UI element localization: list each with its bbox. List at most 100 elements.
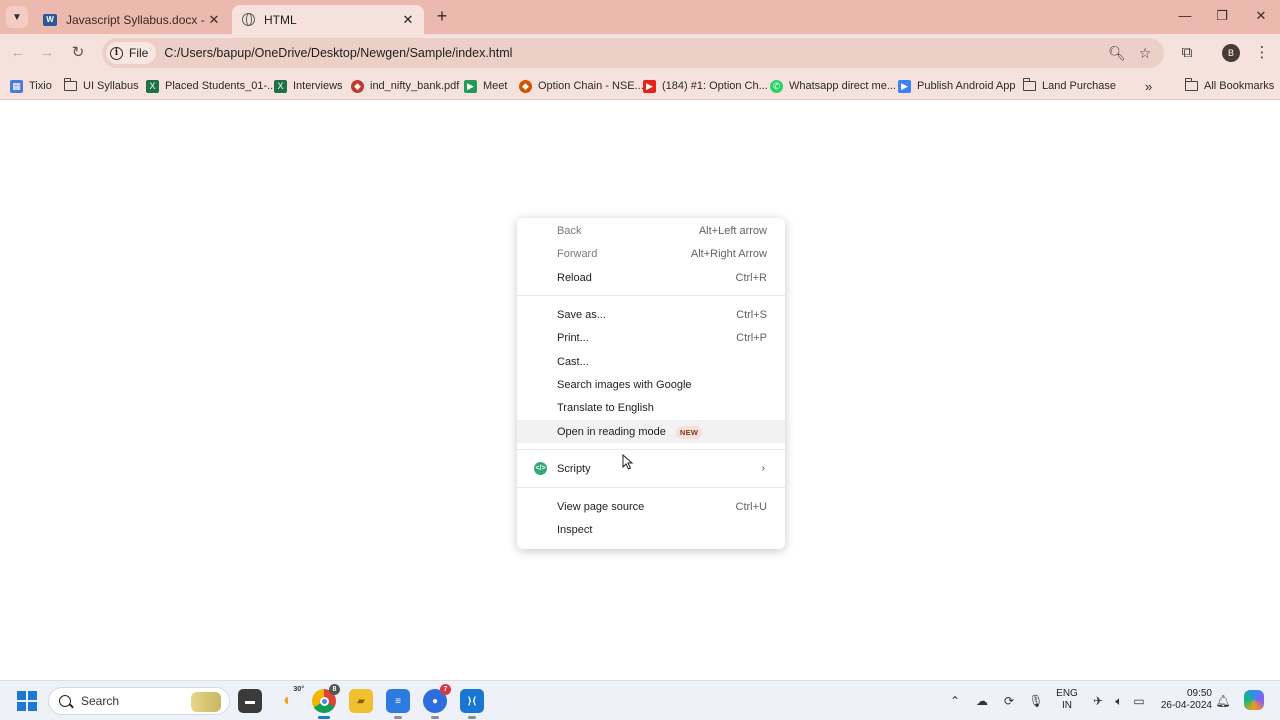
folder-icon <box>64 78 77 91</box>
bookmark-label: Tixio <box>29 80 52 92</box>
more-menu-icon[interactable]: ⋮ <box>1252 43 1272 63</box>
forward-button[interactable]: → <box>37 43 57 63</box>
all-bookmarks-button[interactable]: All Bookmarks <box>1185 77 1274 95</box>
show-hidden-icons-chevron-up-icon[interactable]: ⌃ <box>946 691 964 711</box>
plus-icon: + <box>436 6 448 26</box>
taskbar-search[interactable]: Search <box>48 687 230 715</box>
bookmark-whatsapp[interactable]: ✆ Whatsapp direct me... <box>770 77 896 95</box>
bookmark-publish-android[interactable]: ▶ Publish Android App <box>898 77 1015 95</box>
menu-item-label: Cast... <box>557 355 589 368</box>
reload-icon: ↻ <box>71 44 85 61</box>
taskbar-app-zoom[interactable]: ● 7 <box>423 684 451 719</box>
menu-item-label: Forward <box>557 247 598 260</box>
reload-button[interactable]: ↻ <box>68 43 88 63</box>
folder-icon: ▰ <box>357 695 365 707</box>
menu-item-print[interactable]: Print... Ctrl+P <box>517 326 785 349</box>
menu-item-label: Save as... <box>557 308 606 321</box>
notification-bell-icon[interactable]: 🔔︎ <box>1214 691 1232 711</box>
bookmark-interviews[interactable]: X Interviews <box>274 77 343 95</box>
tab-html[interactable]: HTML ✕ <box>232 5 424 34</box>
bookmark-label: Whatsapp direct me... <box>789 80 896 92</box>
menu-item-forward[interactable]: Forward Alt+Right Arrow <box>517 242 785 265</box>
zoom-icon[interactable]: 🔍︎ <box>1108 44 1126 62</box>
start-button[interactable] <box>17 691 37 711</box>
copilot-icon[interactable] <box>1244 690 1264 710</box>
back-button[interactable]: ← <box>8 43 28 63</box>
bookmark-youtube[interactable]: ▶ (184) #1: Option Ch... <box>643 77 768 95</box>
menu-item-shortcut: Ctrl+S <box>736 308 767 321</box>
menu-item-save-as[interactable]: Save as... Ctrl+S <box>517 303 785 326</box>
system-clock[interactable]: 09:50 26-04-2024 <box>1150 688 1212 712</box>
sync-icon[interactable]: ⟳ <box>1000 691 1018 711</box>
menu-item-shortcut: Ctrl+P <box>736 331 767 344</box>
new-tab-button[interactable]: + <box>432 7 452 27</box>
word-icon: W <box>42 12 58 28</box>
bookmark-ui-syllabus[interactable]: UI Syllabus <box>64 77 139 95</box>
chip-label: File <box>129 46 149 60</box>
taskbar-weather[interactable]: ◐ 30° <box>276 686 304 713</box>
bookmark-option-chain[interactable]: ◆ Option Chain - NSE... <box>519 77 644 95</box>
chrome-badge: 8 <box>329 684 340 695</box>
scripty-icon: </> <box>534 462 547 475</box>
bookmark-tixio[interactable]: ▦ Tixio <box>10 77 52 95</box>
bookmark-meet[interactable]: ▶ Meet <box>464 77 507 95</box>
bookmark-placed-students[interactable]: X Placed Students_01-... <box>146 77 276 95</box>
cloud-icon[interactable]: ☁ <box>973 691 991 711</box>
tab-search-button[interactable]: ▼ <box>6 6 28 28</box>
close-window-button[interactable]: ✕ <box>1251 8 1271 24</box>
bookmark-label: Option Chain - NSE... <box>538 80 644 92</box>
menu-item-shortcut: Alt+Right Arrow <box>690 247 767 260</box>
close-icon[interactable]: ✕ <box>206 12 222 28</box>
youtube-icon: ▶ <box>643 79 656 93</box>
address-bar[interactable]: i File C:/Users/bapup/OneDrive/Desktop/N… <box>102 38 1164 68</box>
taskbar-app-vscode[interactable]: ⟩⟨ <box>460 689 484 719</box>
menu-item-translate[interactable]: Translate to English <box>517 396 785 419</box>
menu-item-back[interactable]: Back Alt+Left arrow <box>517 219 785 242</box>
search-highlight-image <box>191 692 221 712</box>
lang-line1: ENG <box>1056 688 1078 699</box>
menu-item-search-images[interactable]: Search images with Google <box>517 373 785 396</box>
input-language-indicator[interactable]: ENG IN <box>1056 688 1078 712</box>
taskbar-app-notepad[interactable]: ≡ <box>386 689 410 719</box>
taskbar-app-terminal[interactable]: ▬ <box>238 689 262 713</box>
bookmark-label: Interviews <box>293 80 343 92</box>
tab-javascript-syllabus[interactable]: W Javascript Syllabus.docx - Micro ✕ <box>34 5 230 34</box>
battery-icon[interactable]: ▭ <box>1130 691 1148 711</box>
extensions-icon[interactable]: ⧉ <box>1177 43 1197 63</box>
menu-item-view-source[interactable]: View page source Ctrl+U <box>517 495 785 518</box>
pdf-icon: ◆ <box>351 79 364 93</box>
microphone-icon[interactable]: 🎙︎ <box>1027 691 1045 711</box>
menu-item-reading-mode[interactable]: Open in reading mode NEW <box>517 420 785 443</box>
menu-item-label: Search images with Google <box>557 378 692 391</box>
menu-separator <box>517 487 785 488</box>
menu-item-inspect[interactable]: Inspect <box>517 518 785 541</box>
volume-icon[interactable]: 🔈︎ <box>1110 691 1128 711</box>
menu-item-label: Print... <box>557 331 589 344</box>
menu-item-label: View page source <box>557 500 645 513</box>
bookmark-land-purchase[interactable]: Land Purchase <box>1023 77 1116 95</box>
excel-icon: X <box>146 79 159 93</box>
restore-button[interactable]: ❐ <box>1212 8 1232 24</box>
excel-icon: X <box>274 79 287 93</box>
zoom-badge: 7 <box>440 684 451 695</box>
more-bookmarks-button[interactable]: » <box>1145 77 1152 95</box>
bookmarks-bar: ▦ Tixio UI Syllabus X Placed Students_01… <box>0 72 1280 100</box>
bookmark-nifty-bank[interactable]: ◆ ind_nifty_bank.pdf <box>351 77 459 95</box>
close-icon[interactable]: ✕ <box>400 12 416 28</box>
globe-icon <box>240 12 256 28</box>
menu-item-scripty[interactable]: </> Scripty › <box>517 457 785 480</box>
star-icon[interactable]: ☆ <box>1136 44 1154 62</box>
bookmark-label: (184) #1: Option Ch... <box>662 80 768 92</box>
vscode-icon: ⟩⟨ <box>467 695 477 707</box>
avatar[interactable]: B <box>1222 44 1240 62</box>
site-info-chip[interactable]: i File <box>106 42 157 64</box>
taskbar-app-chrome[interactable]: 8 <box>312 684 340 719</box>
menu-item-reload[interactable]: Reload Ctrl+R <box>517 266 785 289</box>
taskbar-app-file-explorer[interactable]: ▰ <box>349 689 373 713</box>
minimize-button[interactable]: — <box>1175 8 1195 23</box>
url-text[interactable]: C:/Users/bapup/OneDrive/Desktop/Newgen/S… <box>164 46 512 60</box>
menu-item-cast[interactable]: Cast... <box>517 350 785 373</box>
bookmark-label: Publish Android App <box>917 80 1016 92</box>
nse-icon: ◆ <box>519 79 532 93</box>
airplane-mode-icon[interactable]: ✈ <box>1089 691 1107 711</box>
